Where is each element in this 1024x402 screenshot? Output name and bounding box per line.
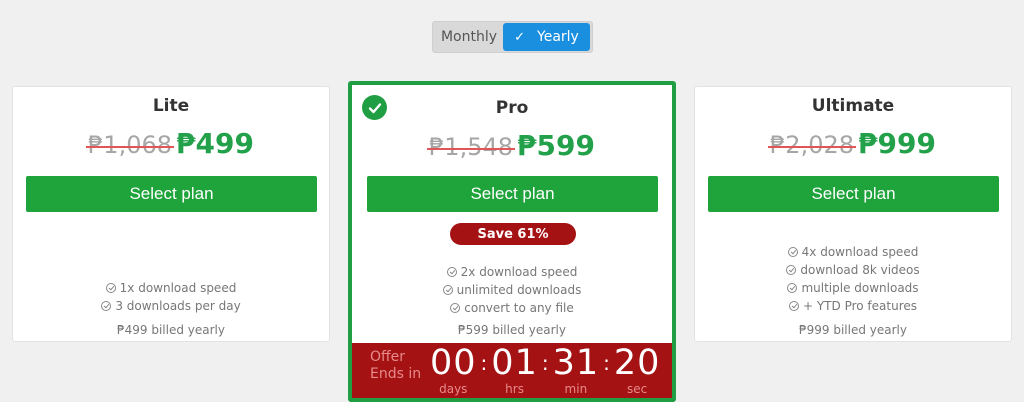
check-circle-icon — [787, 247, 798, 257]
select-plan-button-pro[interactable]: Select plan — [367, 176, 658, 212]
hrs-label: hrs — [505, 382, 524, 396]
countdown-days: 00 days — [430, 343, 477, 395]
check-circle-icon — [101, 301, 112, 311]
plan-card-pro: Pro ₱1,548 ₱599 Select plan Save 61% 2x … — [348, 81, 676, 402]
feature-text: download 8k videos — [800, 263, 920, 277]
new-price: ₱999 — [858, 127, 936, 160]
countdown-timer: Offer Ends in 00 days : 01 hrs : 31 min … — [352, 343, 672, 398]
countdown-hours: 01 hrs — [491, 343, 538, 395]
plan-card-ultimate: Ultimate ₱2,028 ₱999 Select plan 4x down… — [694, 86, 1012, 342]
select-plan-button-ultimate[interactable]: Select plan — [708, 176, 999, 212]
yearly-label: Yearly — [537, 29, 579, 45]
check-icon: ✓ — [514, 29, 526, 45]
check-circle-icon — [450, 303, 461, 313]
feature-text: + YTD Pro features — [802, 299, 917, 313]
billing-toggle[interactable]: Monthly ✓ Yearly — [432, 21, 593, 53]
countdown-minutes: 31 min — [553, 343, 600, 395]
price-row: ₱1,068 ₱499 — [13, 127, 329, 160]
check-circle-icon — [786, 265, 797, 275]
feature-list: 2x download speed unlimited downloads co… — [352, 263, 672, 317]
feature-item: unlimited downloads — [352, 281, 672, 299]
old-price: ₱1,068 — [86, 131, 174, 159]
sec-label: sec — [627, 382, 648, 396]
monthly-label: Monthly — [440, 29, 498, 45]
plan-name: Pro — [495, 98, 529, 118]
billed-text: ₱999 billed yearly — [799, 323, 907, 337]
feature-text: convert to any file — [464, 301, 574, 315]
plan-name: Ultimate — [811, 96, 895, 116]
check-circle-icon — [442, 285, 453, 295]
days-value: 00 — [430, 343, 477, 383]
sec-value: 20 — [613, 343, 661, 383]
feature-text: unlimited downloads — [456, 283, 582, 297]
min-value: 31 — [552, 343, 600, 383]
feature-item: 2x download speed — [352, 263, 672, 281]
feature-text: 4x download speed — [801, 245, 919, 259]
monthly-option[interactable]: Monthly — [435, 23, 503, 51]
check-circle-icon — [787, 283, 798, 293]
separator: : — [603, 351, 610, 375]
price-row: ₱1,548 ₱599 — [352, 129, 672, 162]
plan-card-lite: Lite ₱1,068 ₱499 Select plan 1x download… — [12, 86, 330, 342]
feature-item: convert to any file — [352, 299, 672, 317]
min-label: min — [564, 382, 588, 396]
days-label: days — [439, 382, 468, 396]
check-circle-icon — [446, 267, 457, 277]
feature-item: 4x download speed — [695, 243, 1011, 261]
new-price: ₱499 — [176, 127, 254, 160]
feature-item: 1x download speed — [13, 279, 329, 297]
old-price: ₱2,028 — [768, 131, 856, 159]
feature-text: 1x download speed — [119, 281, 237, 295]
offer-label: Offer Ends in — [370, 349, 422, 382]
billed-text: ₱499 billed yearly — [117, 323, 225, 337]
feature-item: + YTD Pro features — [695, 297, 1011, 315]
check-circle-icon — [788, 301, 799, 311]
select-plan-button-lite[interactable]: Select plan — [26, 176, 317, 212]
feature-text: multiple downloads — [801, 281, 919, 295]
feature-item: download 8k videos — [695, 261, 1011, 279]
feature-item: multiple downloads — [695, 279, 1011, 297]
feature-list: 1x download speed 3 downloads per day — [13, 279, 329, 315]
old-price: ₱1,548 — [427, 133, 515, 161]
save-badge: Save 61% — [450, 223, 576, 245]
feature-text: 3 downloads per day — [115, 299, 241, 313]
yearly-option[interactable]: ✓ Yearly — [503, 23, 590, 51]
plan-name: Lite — [152, 96, 190, 116]
separator: : — [480, 351, 488, 375]
separator: : — [541, 351, 549, 375]
hrs-value: 01 — [491, 343, 538, 383]
price-row: ₱2,028 ₱999 — [695, 127, 1011, 160]
feature-list: 4x download speed download 8k videos mul… — [695, 243, 1011, 315]
feature-item: 3 downloads per day — [13, 297, 329, 315]
feature-text: 2x download speed — [460, 265, 578, 279]
billed-text: ₱599 billed yearly — [458, 323, 566, 337]
new-price: ₱599 — [517, 129, 595, 162]
countdown-seconds: 20 sec — [614, 343, 661, 395]
check-circle-icon — [105, 283, 116, 293]
